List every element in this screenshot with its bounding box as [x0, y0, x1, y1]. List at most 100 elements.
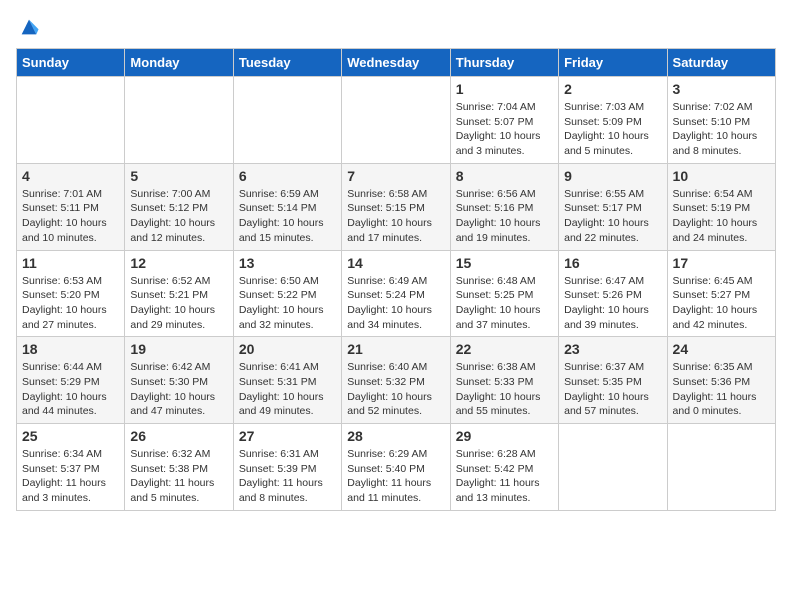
calendar-cell: 4 Sunrise: 7:01 AMSunset: 5:11 PMDaylight…: [17, 163, 125, 250]
calendar-cell: 29 Sunrise: 6:28 AMSunset: 5:42 PMDayligh…: [450, 424, 558, 511]
day-info: Sunrise: 7:01 AMSunset: 5:11 PMDaylight:…: [22, 187, 119, 246]
calendar-table: Sunday Monday Tuesday Wednesday Thursday…: [16, 48, 776, 511]
day-info: Sunrise: 6:53 AMSunset: 5:20 PMDaylight:…: [22, 274, 119, 333]
day-number: 22: [456, 341, 553, 357]
calendar-cell: 2 Sunrise: 7:03 AMSunset: 5:09 PMDaylight…: [559, 77, 667, 164]
day-number: 5: [130, 168, 227, 184]
calendar-cell: 16 Sunrise: 6:47 AMSunset: 5:26 PMDayligh…: [559, 250, 667, 337]
calendar-cell: [233, 77, 341, 164]
calendar-cell: [667, 424, 775, 511]
day-number: 16: [564, 255, 661, 271]
day-info: Sunrise: 6:47 AMSunset: 5:26 PMDaylight:…: [564, 274, 661, 333]
day-info: Sunrise: 7:03 AMSunset: 5:09 PMDaylight:…: [564, 100, 661, 159]
calendar-cell: 9 Sunrise: 6:55 AMSunset: 5:17 PMDaylight…: [559, 163, 667, 250]
day-info: Sunrise: 6:37 AMSunset: 5:35 PMDaylight:…: [564, 360, 661, 419]
calendar-cell: 19 Sunrise: 6:42 AMSunset: 5:30 PMDayligh…: [125, 337, 233, 424]
calendar-cell: 21Sunrise: 6:40 AMSunset: 5:32 PMDayligh…: [342, 337, 450, 424]
calendar-cell: 3 Sunrise: 7:02 AMSunset: 5:10 PMDaylight…: [667, 77, 775, 164]
day-info: Sunrise: 6:48 AMSunset: 5:25 PMDaylight:…: [456, 274, 553, 333]
day-info: Sunrise: 6:52 AMSunset: 5:21 PMDaylight:…: [130, 274, 227, 333]
day-info: Sunrise: 6:31 AMSunset: 5:39 PMDaylight:…: [239, 447, 336, 506]
day-info: Sunrise: 6:50 AMSunset: 5:22 PMDaylight:…: [239, 274, 336, 333]
calendar-cell: 12 Sunrise: 6:52 AMSunset: 5:21 PMDayligh…: [125, 250, 233, 337]
day-number: 23: [564, 341, 661, 357]
day-info: Sunrise: 6:54 AMSunset: 5:19 PMDaylight:…: [673, 187, 770, 246]
calendar-cell: 1 Sunrise: 7:04 AMSunset: 5:07 PMDaylight…: [450, 77, 558, 164]
calendar-cell: 27 Sunrise: 6:31 AMSunset: 5:39 PMDayligh…: [233, 424, 341, 511]
calendar-cell: 24 Sunrise: 6:35 AMSunset: 5:36 PMDayligh…: [667, 337, 775, 424]
calendar-cell: 5 Sunrise: 7:00 AMSunset: 5:12 PMDaylight…: [125, 163, 233, 250]
day-number: 9: [564, 168, 661, 184]
day-info: Sunrise: 6:42 AMSunset: 5:30 PMDaylight:…: [130, 360, 227, 419]
day-number: 29: [456, 428, 553, 444]
col-tuesday: Tuesday: [233, 49, 341, 77]
day-info: Sunrise: 6:49 AMSunset: 5:24 PMDaylight:…: [347, 274, 444, 333]
calendar-cell: [342, 77, 450, 164]
day-number: 4: [22, 168, 119, 184]
day-number: 6: [239, 168, 336, 184]
day-info: Sunrise: 6:55 AMSunset: 5:17 PMDaylight:…: [564, 187, 661, 246]
day-number: 11: [22, 255, 119, 271]
calendar-week-3: 11 Sunrise: 6:53 AMSunset: 5:20 PMDayligh…: [17, 250, 776, 337]
calendar-cell: 11 Sunrise: 6:53 AMSunset: 5:20 PMDayligh…: [17, 250, 125, 337]
calendar-cell: 28 Sunrise: 6:29 AMSunset: 5:40 PMDayligh…: [342, 424, 450, 511]
day-info: Sunrise: 7:00 AMSunset: 5:12 PMDaylight:…: [130, 187, 227, 246]
day-info: Sunrise: 7:02 AMSunset: 5:10 PMDaylight:…: [673, 100, 770, 159]
calendar-cell: 17Sunrise: 6:45 AMSunset: 5:27 PMDayligh…: [667, 250, 775, 337]
calendar-week-1: 1 Sunrise: 7:04 AMSunset: 5:07 PMDaylight…: [17, 77, 776, 164]
day-number: 14: [347, 255, 444, 271]
calendar-cell: 6 Sunrise: 6:59 AMSunset: 5:14 PMDaylight…: [233, 163, 341, 250]
day-number: 13: [239, 255, 336, 271]
day-number: 7: [347, 168, 444, 184]
day-info: Sunrise: 6:44 AMSunset: 5:29 PMDaylight:…: [22, 360, 119, 419]
day-number: 18: [22, 341, 119, 357]
day-number: 2: [564, 81, 661, 97]
page-header: [16, 16, 776, 38]
day-info: Sunrise: 6:56 AMSunset: 5:16 PMDaylight:…: [456, 187, 553, 246]
calendar-cell: [125, 77, 233, 164]
day-info: Sunrise: 6:58 AMSunset: 5:15 PMDaylight:…: [347, 187, 444, 246]
col-sunday: Sunday: [17, 49, 125, 77]
day-number: 25: [22, 428, 119, 444]
calendar-cell: [17, 77, 125, 164]
calendar-cell: 8 Sunrise: 6:56 AMSunset: 5:16 PMDaylight…: [450, 163, 558, 250]
day-number: 19: [130, 341, 227, 357]
day-number: 15: [456, 255, 553, 271]
day-info: Sunrise: 6:32 AMSunset: 5:38 PMDaylight:…: [130, 447, 227, 506]
calendar-cell: 13 Sunrise: 6:50 AMSunset: 5:22 PMDayligh…: [233, 250, 341, 337]
col-saturday: Saturday: [667, 49, 775, 77]
calendar-cell: 7 Sunrise: 6:58 AMSunset: 5:15 PMDaylight…: [342, 163, 450, 250]
day-number: 8: [456, 168, 553, 184]
day-number: 20: [239, 341, 336, 357]
calendar-week-2: 4 Sunrise: 7:01 AMSunset: 5:11 PMDaylight…: [17, 163, 776, 250]
day-info: Sunrise: 7:04 AMSunset: 5:07 PMDaylight:…: [456, 100, 553, 159]
day-number: 3: [673, 81, 770, 97]
calendar-cell: 14 Sunrise: 6:49 AMSunset: 5:24 PMDayligh…: [342, 250, 450, 337]
col-friday: Friday: [559, 49, 667, 77]
day-info: Sunrise: 6:35 AMSunset: 5:36 PMDaylight:…: [673, 360, 770, 419]
day-number: 10: [673, 168, 770, 184]
day-number: 28: [347, 428, 444, 444]
day-number: 27: [239, 428, 336, 444]
calendar-cell: 23 Sunrise: 6:37 AMSunset: 5:35 PMDayligh…: [559, 337, 667, 424]
day-info: Sunrise: 6:40 AMSunset: 5:32 PMDaylight:…: [347, 360, 444, 419]
calendar-cell: 22 Sunrise: 6:38 AMSunset: 5:33 PMDayligh…: [450, 337, 558, 424]
calendar-body: 1 Sunrise: 7:04 AMSunset: 5:07 PMDaylight…: [17, 77, 776, 511]
calendar-cell: 18 Sunrise: 6:44 AMSunset: 5:29 PMDayligh…: [17, 337, 125, 424]
calendar-cell: [559, 424, 667, 511]
logo-icon: [18, 16, 40, 38]
day-number: 12: [130, 255, 227, 271]
calendar-cell: 26Sunrise: 6:32 AMSunset: 5:38 PMDayligh…: [125, 424, 233, 511]
calendar-week-4: 18 Sunrise: 6:44 AMSunset: 5:29 PMDayligh…: [17, 337, 776, 424]
col-wednesday: Wednesday: [342, 49, 450, 77]
col-thursday: Thursday: [450, 49, 558, 77]
day-info: Sunrise: 6:45 AMSunset: 5:27 PMDaylight:…: [673, 274, 770, 333]
calendar-header-row: Sunday Monday Tuesday Wednesday Thursday…: [17, 49, 776, 77]
calendar-cell: 15 Sunrise: 6:48 AMSunset: 5:25 PMDayligh…: [450, 250, 558, 337]
day-info: Sunrise: 6:59 AMSunset: 5:14 PMDaylight:…: [239, 187, 336, 246]
day-number: 24: [673, 341, 770, 357]
day-info: Sunrise: 6:29 AMSunset: 5:40 PMDaylight:…: [347, 447, 444, 506]
day-info: Sunrise: 6:28 AMSunset: 5:42 PMDaylight:…: [456, 447, 553, 506]
day-info: Sunrise: 6:38 AMSunset: 5:33 PMDaylight:…: [456, 360, 553, 419]
day-number: 1: [456, 81, 553, 97]
